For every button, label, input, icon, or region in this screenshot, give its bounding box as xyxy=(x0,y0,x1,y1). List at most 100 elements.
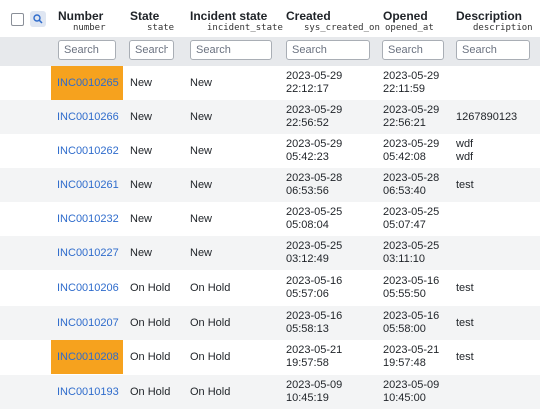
opened-time: 05:58:00 xyxy=(383,323,426,335)
number-cell: INC0010206 xyxy=(51,271,123,305)
number-cell: INC0010265 xyxy=(51,66,123,100)
search-input-description[interactable] xyxy=(456,40,530,60)
incident-number-link[interactable]: INC0010193 xyxy=(57,386,119,398)
search-input-number[interactable] xyxy=(58,40,116,60)
search-input-opened[interactable] xyxy=(382,40,444,60)
opened-cell: 2023-05-29 22:11:59 xyxy=(383,70,439,96)
incident-number-link[interactable]: INC0010207 xyxy=(57,317,119,329)
table-row[interactable]: INC0010266 New New 2023-05-29 22:56:52 20… xyxy=(0,100,540,134)
number-cell: INC0010207 xyxy=(51,306,123,340)
column-field-number: number xyxy=(73,23,106,33)
incident-number-link[interactable]: INC0010262 xyxy=(57,145,119,157)
incident-number-link[interactable]: INC0010227 xyxy=(57,247,119,259)
opened-time: 19:57:48 xyxy=(383,357,426,369)
opened-date: 2023-05-29 xyxy=(383,104,440,116)
state-cell: On Hold xyxy=(130,386,171,398)
column-header-row: Number number State state Incident state… xyxy=(0,0,540,37)
search-input-state[interactable] xyxy=(129,40,174,60)
opened-cell: 2023-05-09 10:45:00 xyxy=(383,379,439,405)
description-cell: test xyxy=(456,282,474,294)
incident-number-link[interactable]: INC0010261 xyxy=(57,179,119,191)
incident-state-cell: On Hold xyxy=(190,386,231,398)
opened-cell: 2023-05-16 05:58:00 xyxy=(383,310,439,336)
column-title-incident-state[interactable]: Incident state xyxy=(190,9,267,23)
description-cell: test xyxy=(456,317,474,329)
column-field-created: sys_created_on xyxy=(304,23,380,33)
incident-state-cell: New xyxy=(190,213,213,225)
created-cell: 2023-05-09 10:45:19 xyxy=(286,379,342,405)
opened-time: 10:45:00 xyxy=(383,392,426,404)
incident-number-link[interactable]: INC0010232 xyxy=(57,213,119,225)
incident-state-cell: On Hold xyxy=(190,282,231,294)
number-cell: INC0010261 xyxy=(51,168,123,202)
created-date: 2023-05-25 xyxy=(286,206,343,218)
opened-date: 2023-05-16 xyxy=(383,275,440,287)
column-title-opened[interactable]: Opened xyxy=(383,9,428,23)
opened-time: 06:53:40 xyxy=(383,185,426,197)
created-time: 05:57:06 xyxy=(286,288,329,300)
column-title-state[interactable]: State xyxy=(130,9,159,23)
state-cell: New xyxy=(130,111,153,123)
incident-number-link[interactable]: INC0010208 xyxy=(57,351,119,363)
created-time: 05:58:13 xyxy=(286,323,329,335)
state-cell: On Hold xyxy=(130,317,171,329)
description-cell: 1267890123 xyxy=(456,111,518,123)
table-row[interactable]: INC0010232 New New 2023-05-25 05:08:04 20… xyxy=(0,202,540,236)
created-date: 2023-05-16 xyxy=(286,310,343,322)
incident-state-cell: New xyxy=(190,247,213,259)
opened-cell: 2023-05-25 03:11:10 xyxy=(383,240,439,266)
created-cell: 2023-05-28 06:53:56 xyxy=(286,172,342,198)
table-row[interactable]: INC0010261 New New 2023-05-28 06:53:56 20… xyxy=(0,168,540,202)
created-time: 05:42:23 xyxy=(286,151,329,163)
number-cell: INC0010262 xyxy=(51,134,123,168)
table-row[interactable]: INC0010262 New New 2023-05-29 05:42:23 20… xyxy=(0,134,540,168)
opened-date: 2023-05-25 xyxy=(383,206,440,218)
state-cell: New xyxy=(130,213,153,225)
opened-time: 05:42:08 xyxy=(383,151,426,163)
description-cell: wdf wdf xyxy=(456,138,473,164)
created-cell: 2023-05-16 05:58:13 xyxy=(286,310,342,336)
created-date: 2023-05-16 xyxy=(286,275,343,287)
created-date: 2023-05-28 xyxy=(286,172,343,184)
created-time: 06:53:56 xyxy=(286,185,329,197)
search-input-incident-state[interactable] xyxy=(190,40,272,60)
table-row[interactable]: INC0010208 On Hold On Hold 2023-05-21 19:… xyxy=(0,340,540,374)
description-line: wdf xyxy=(456,138,474,150)
search-input-created[interactable] xyxy=(286,40,370,60)
state-cell: New xyxy=(130,77,153,89)
search-toggle-button[interactable] xyxy=(30,11,46,27)
opened-date: 2023-05-16 xyxy=(383,310,440,322)
opened-date: 2023-05-21 xyxy=(383,344,440,356)
select-all-checkbox[interactable] xyxy=(11,13,24,26)
table-row[interactable]: INC0010206 On Hold On Hold 2023-05-16 05:… xyxy=(0,271,540,305)
opened-time: 22:11:59 xyxy=(383,83,426,95)
created-date: 2023-05-29 xyxy=(286,138,343,150)
incident-state-cell: New xyxy=(190,111,213,123)
incident-number-link[interactable]: INC0010266 xyxy=(57,111,119,123)
table-row[interactable]: INC0010207 On Hold On Hold 2023-05-16 05:… xyxy=(0,306,540,340)
incident-state-cell: New xyxy=(190,179,213,191)
column-field-incident-state: incident_state xyxy=(207,23,283,33)
number-cell: INC0010193 xyxy=(51,375,123,409)
created-date: 2023-05-25 xyxy=(286,240,343,252)
created-cell: 2023-05-16 05:57:06 xyxy=(286,275,342,301)
table-row[interactable]: INC0010227 New New 2023-05-25 03:12:49 20… xyxy=(0,236,540,270)
description-cell: test xyxy=(456,351,474,363)
table-row[interactable]: INC0010193 On Hold On Hold 2023-05-09 10:… xyxy=(0,375,540,409)
created-time: 03:12:49 xyxy=(286,253,329,265)
created-date: 2023-05-09 xyxy=(286,379,343,391)
column-title-created[interactable]: Created xyxy=(286,9,331,23)
created-cell: 2023-05-29 22:56:52 xyxy=(286,104,342,130)
created-date: 2023-05-29 xyxy=(286,70,343,82)
opened-date: 2023-05-09 xyxy=(383,379,440,391)
column-title-description[interactable]: Description xyxy=(456,9,522,23)
column-field-state: state xyxy=(147,23,175,33)
created-time: 19:57:58 xyxy=(286,357,329,369)
table-row[interactable]: INC0010265 New New 2023-05-29 22:12:17 20… xyxy=(0,66,540,100)
incident-number-link[interactable]: INC0010206 xyxy=(57,282,119,294)
incident-number-link[interactable]: INC0010265 xyxy=(57,77,119,89)
opened-date: 2023-05-28 xyxy=(383,172,440,184)
column-title-number[interactable]: Number xyxy=(58,9,103,23)
created-cell: 2023-05-29 22:12:17 xyxy=(286,70,342,96)
created-date: 2023-05-29 xyxy=(286,104,343,116)
